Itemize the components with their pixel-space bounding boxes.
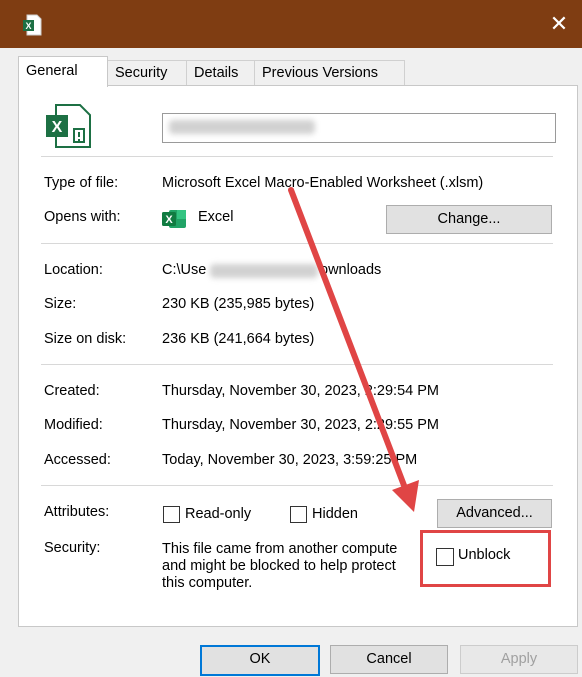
tab-general[interactable]: General	[18, 56, 108, 87]
modified-value: Thursday, November 30, 2023, 2:29:55 PM	[162, 417, 439, 433]
annotation-highlight-box	[420, 530, 551, 587]
separator	[41, 243, 553, 244]
advanced-button[interactable]: Advanced...	[437, 499, 552, 528]
redacted-filename	[169, 120, 315, 134]
attributes-label: Attributes:	[44, 504, 110, 520]
created-value: Thursday, November 30, 2023, 2:29:54 PM	[162, 383, 439, 399]
svg-text:X: X	[52, 119, 63, 136]
location-value-end: ownloads	[320, 262, 382, 278]
modified-label: Modified:	[44, 417, 103, 433]
svg-text:X: X	[165, 214, 173, 226]
svg-text:X: X	[25, 21, 31, 31]
ok-button[interactable]: OK	[200, 645, 320, 676]
security-label: Security:	[44, 540, 101, 556]
type-of-file-label: Type of file:	[44, 175, 119, 191]
size-value: 230 KB (235,985 bytes)	[162, 296, 315, 312]
change-button[interactable]: Change...	[386, 205, 552, 234]
read-only-checkbox[interactable]	[163, 506, 180, 523]
accessed-label: Accessed:	[44, 452, 111, 468]
location-label: Location:	[44, 262, 103, 278]
accessed-value: Today, November 30, 2023, 3:59:25 PM	[162, 452, 418, 468]
apply-button[interactable]: Apply	[460, 645, 578, 674]
close-button[interactable]: ✕	[544, 10, 574, 40]
tab-previous-versions[interactable]: Previous Versions	[254, 60, 405, 85]
size-on-disk-value: 236 KB (241,664 bytes)	[162, 331, 315, 347]
cancel-button[interactable]: Cancel	[330, 645, 448, 674]
created-label: Created:	[44, 383, 100, 399]
opens-with-value: Excel	[198, 209, 234, 225]
redacted-username	[210, 264, 318, 278]
security-message-line-3: this computer.	[162, 575, 253, 591]
opens-with-label: Opens with:	[44, 209, 121, 225]
separator	[41, 156, 553, 157]
type-of-file-value: Microsoft Excel Macro-Enabled Worksheet …	[162, 175, 484, 191]
size-on-disk-label: Size on disk:	[44, 331, 127, 347]
security-message-line-2: and might be blocked to help protect	[162, 558, 396, 574]
separator	[41, 364, 553, 365]
size-label: Size:	[44, 296, 77, 312]
filename-input[interactable]	[162, 113, 556, 143]
separator	[41, 485, 553, 486]
excel-app-icon: X	[162, 210, 186, 228]
location-value-start: C:\Use	[162, 262, 207, 278]
excel-file-icon: X	[23, 14, 42, 36]
properties-dialog: X ✕ General Security Details Previous Ve…	[0, 0, 582, 677]
tab-security[interactable]: Security	[107, 60, 189, 85]
tab-details[interactable]: Details	[186, 60, 256, 85]
hidden-checkbox[interactable]	[290, 506, 307, 523]
title-bar[interactable]: X ✕	[0, 0, 582, 48]
read-only-label[interactable]: Read-only	[185, 506, 251, 522]
hidden-label[interactable]: Hidden	[312, 506, 358, 522]
security-message-line-1: This file came from another compute	[162, 541, 398, 557]
excel-macro-file-icon: X	[46, 104, 91, 148]
